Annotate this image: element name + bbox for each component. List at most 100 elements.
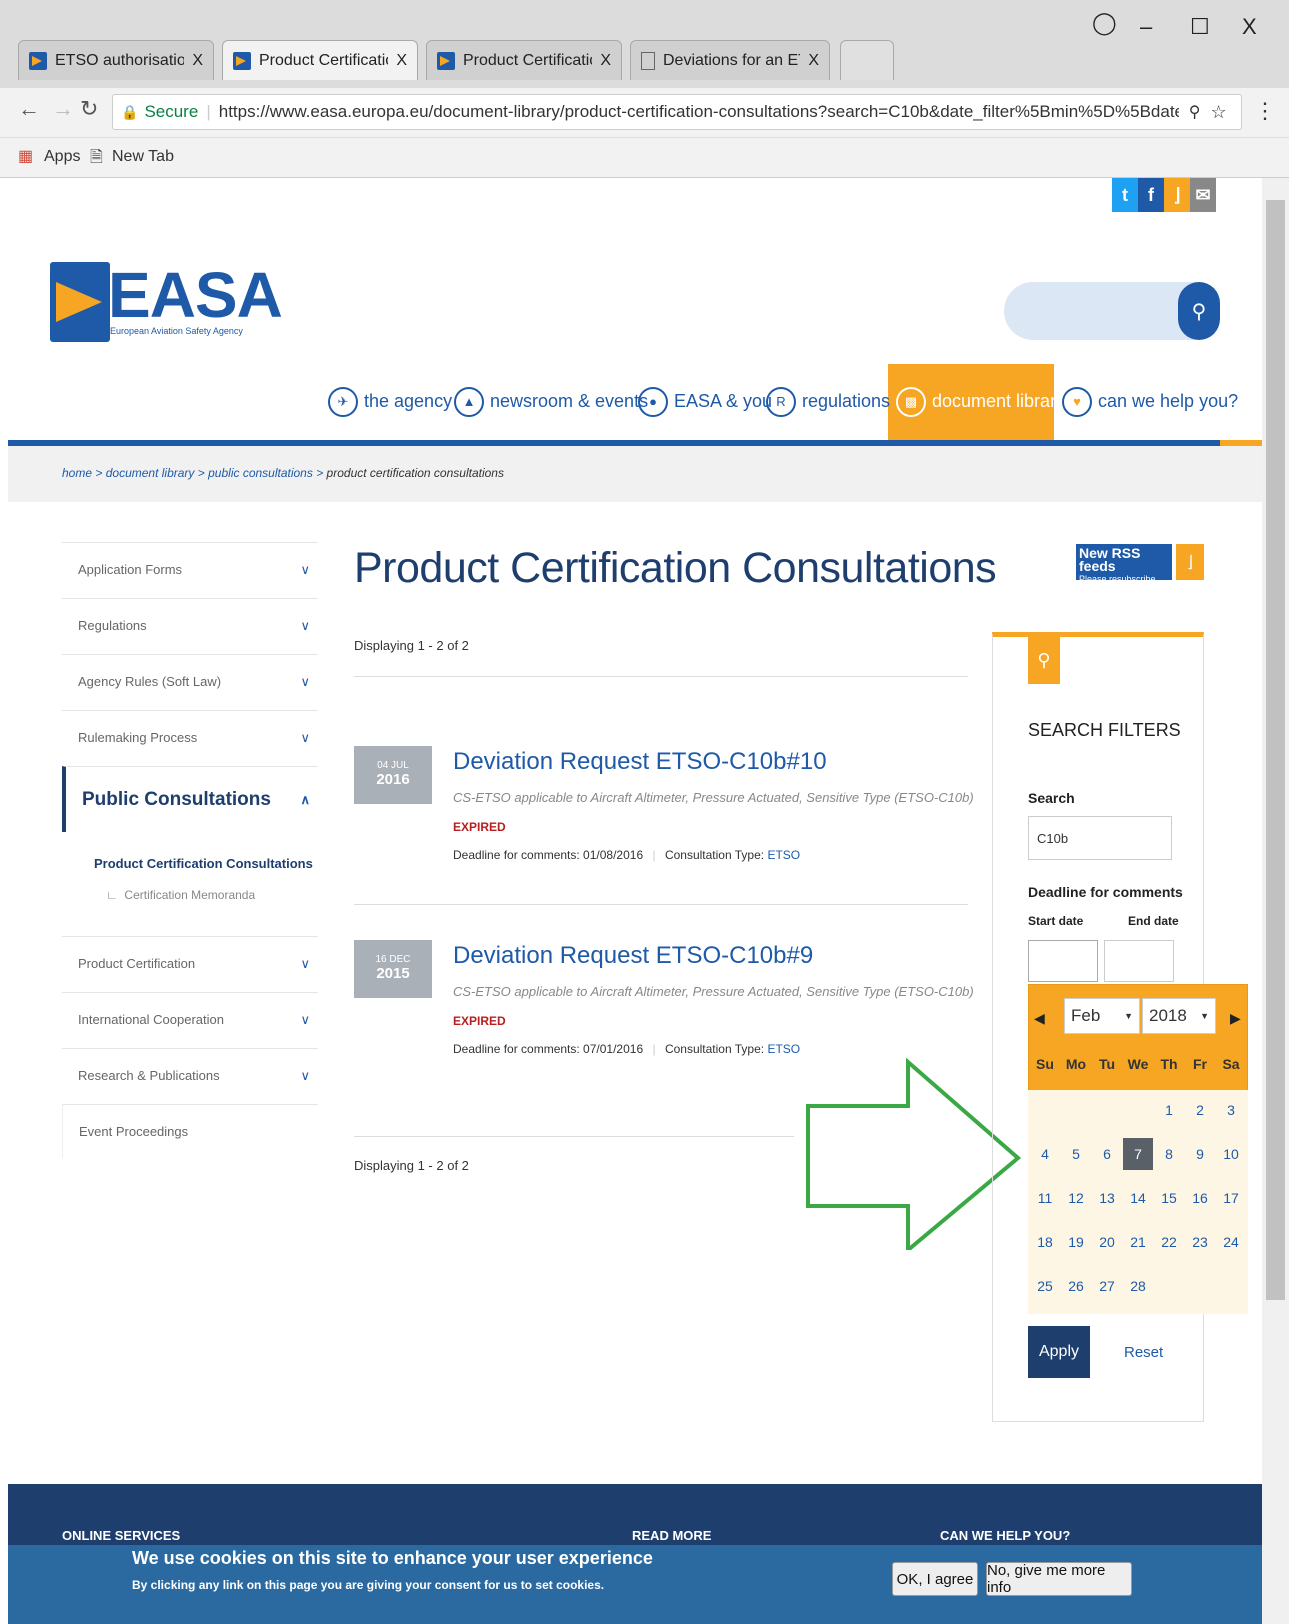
maximize-button[interactable]: ☐ <box>1190 14 1210 40</box>
rss-icon[interactable]: ⌋ <box>1176 544 1204 580</box>
search-icon[interactable]: ⚲ <box>1178 282 1220 340</box>
sidebar-item-public-consultations[interactable]: Public Consultations ∧ <box>62 766 318 832</box>
calendar-day[interactable]: 6 <box>1092 1138 1122 1170</box>
sidebar-item-application-forms[interactable]: Application Forms ∨ <box>62 542 318 596</box>
sidebar-subitem-product-certification-consultations[interactable]: Product Certification Consultations <box>94 856 313 871</box>
consultation-type-link[interactable]: ETSO <box>767 848 800 862</box>
tab-product-certification-active[interactable]: Product Certification Cor X <box>222 40 418 80</box>
nav-regulations[interactable]: Rregulations <box>766 364 890 439</box>
calendar-day[interactable]: 3 <box>1216 1094 1246 1126</box>
sidebar-subitem-certification-memoranda[interactable]: ∟ Certification Memoranda <box>106 888 255 902</box>
calendar-day[interactable]: 24 <box>1216 1226 1246 1258</box>
apply-button[interactable]: Apply <box>1028 1326 1090 1378</box>
close-tab-icon[interactable]: X <box>600 52 611 70</box>
calendar-day[interactable]: 28 <box>1123 1270 1153 1302</box>
prev-month-icon[interactable]: ◀ <box>1034 1010 1045 1027</box>
calendar-day[interactable]: 2 <box>1185 1094 1215 1126</box>
close-tab-icon[interactable]: X <box>192 52 203 70</box>
close-tab-icon[interactable]: X <box>396 52 407 70</box>
cookie-agree-button[interactable]: OK, I agree <box>892 1562 978 1596</box>
nav-newsroom[interactable]: ▲ newsroom & events <box>454 364 648 439</box>
forward-icon[interactable]: → <box>52 96 74 122</box>
sidebar-item-regulations[interactable]: Regulations ∨ <box>62 598 318 652</box>
month-select[interactable]: Feb ▼ <box>1064 998 1140 1034</box>
tab-etso-authorisations[interactable]: ETSO authorisations | EA X <box>18 40 214 80</box>
rss-icon[interactable]: ⌋ <box>1164 178 1190 212</box>
nav-label: newsroom & events <box>490 391 649 411</box>
logo-text[interactable]: EASA <box>108 258 283 332</box>
separator: | <box>206 102 211 121</box>
bookmark-apps[interactable]: Apps <box>44 148 80 166</box>
calendar-day[interactable]: 15 <box>1154 1182 1184 1214</box>
calendar-day[interactable]: 16 <box>1185 1182 1215 1214</box>
calendar-day[interactable]: 26 <box>1061 1270 1091 1302</box>
minimize-button[interactable]: – <box>1140 14 1152 40</box>
start-date-input[interactable] <box>1028 940 1098 982</box>
consultation-type-link[interactable]: ETSO <box>767 1042 800 1056</box>
calendar-day[interactable]: 13 <box>1092 1182 1122 1214</box>
sidebar-item-agency-rules[interactable]: Agency Rules (Soft Law) ∨ <box>62 654 318 708</box>
profile-icon[interactable]: ◯ <box>1092 10 1117 36</box>
breadcrumb-document-library[interactable]: document library <box>106 466 195 480</box>
nav-document-library[interactable]: ▩ document library <box>896 364 1065 439</box>
calendar-day[interactable]: 17 <box>1216 1182 1246 1214</box>
nav-easa-and-you[interactable]: ● EASA & you <box>638 364 772 439</box>
nav-can-we-help[interactable]: ♥ can we help you? <box>1062 364 1238 439</box>
rss-feeds-banner[interactable]: New RSS feeds Please resubscribe now! <box>1076 544 1172 597</box>
calendar-day[interactable]: 11 <box>1030 1182 1060 1214</box>
easa-logo-mark[interactable] <box>50 262 110 342</box>
nav-label: can we help you? <box>1098 391 1239 411</box>
calendar-day[interactable]: 25 <box>1030 1270 1060 1302</box>
sidebar-item-research-publications[interactable]: Research & Publications ∨ <box>62 1048 318 1102</box>
tab-deviations-etso[interactable]: Deviations for an ETSO – X <box>630 40 830 80</box>
bookmark-star-icon[interactable]: ☆ <box>1210 102 1226 123</box>
calendar-day[interactable]: 8 <box>1154 1138 1184 1170</box>
nav-the-agency[interactable]: ✈ the agency <box>328 364 452 439</box>
calendar-day[interactable]: 27 <box>1092 1270 1122 1302</box>
email-icon[interactable]: ✉ <box>1190 178 1216 212</box>
calendar-day[interactable]: 4 <box>1030 1138 1060 1170</box>
search-input[interactable] <box>1028 816 1172 860</box>
zoom-icon[interactable]: ⚲ <box>1189 102 1201 122</box>
year-select[interactable]: 2018 ▼ <box>1142 998 1216 1034</box>
facebook-icon[interactable]: f <box>1138 178 1164 212</box>
cookie-more-info-button[interactable]: No, give me more info <box>986 1562 1132 1596</box>
calendar-day[interactable]: 12 <box>1061 1182 1091 1214</box>
calendar-day[interactable]: 21 <box>1123 1226 1153 1258</box>
result-title-link[interactable]: Deviation Request ETSO-C10b#10 <box>453 748 827 776</box>
calendar-day[interactable]: 23 <box>1185 1226 1215 1258</box>
new-tab-button[interactable] <box>840 40 894 80</box>
calendar-day[interactable]: 9 <box>1185 1138 1215 1170</box>
twitter-icon[interactable]: t <box>1112 178 1138 212</box>
back-icon[interactable]: ← <box>18 96 40 122</box>
sidebar-item-event-proceedings[interactable]: Event Proceedings <box>62 1104 318 1158</box>
calendar-day[interactable]: 18 <box>1030 1226 1060 1258</box>
scrollbar-thumb[interactable] <box>1266 200 1285 1300</box>
calendar-day[interactable]: 22 <box>1154 1226 1184 1258</box>
menu-icon[interactable]: ⋮ <box>1254 98 1276 124</box>
next-month-icon[interactable]: ▶ <box>1230 1010 1241 1027</box>
breadcrumb-public-consultations[interactable]: public consultations <box>208 466 313 480</box>
close-tab-icon[interactable]: X <box>808 52 819 70</box>
bookmark-new-tab[interactable]: New Tab <box>112 148 174 166</box>
result-title-link[interactable]: Deviation Request ETSO-C10b#9 <box>453 942 813 970</box>
sidebar-item-rulemaking[interactable]: Rulemaking Process ∨ <box>62 710 318 764</box>
deadline-label: Deadline for comments <box>1028 884 1183 900</box>
end-date-input[interactable] <box>1104 940 1174 982</box>
calendar-day[interactable]: 14 <box>1123 1182 1153 1214</box>
calendar-day[interactable]: 7 <box>1123 1138 1153 1170</box>
calendar-day[interactable]: 19 <box>1061 1226 1091 1258</box>
url-bar[interactable]: 🔒 Secure | https://www.easa.europa.eu/do… <box>112 94 1242 130</box>
sidebar-item-product-certification[interactable]: Product Certification ∨ <box>62 936 318 990</box>
breadcrumb-home[interactable]: home <box>62 466 92 480</box>
reload-icon[interactable]: ↻ <box>80 96 98 122</box>
sidebar-item-international-cooperation[interactable]: International Cooperation ∨ <box>62 992 318 1046</box>
reset-button[interactable]: Reset <box>1124 1344 1163 1361</box>
calendar-day[interactable]: 1 <box>1154 1094 1184 1126</box>
calendar-day[interactable]: 5 <box>1061 1138 1091 1170</box>
calendar-day[interactable]: 10 <box>1216 1138 1246 1170</box>
tab-product-certification-2[interactable]: Product Certification Cor X <box>426 40 622 80</box>
close-window-button[interactable]: X <box>1242 14 1257 40</box>
calendar-day[interactable]: 20 <box>1092 1226 1122 1258</box>
lock-icon: 🔒 <box>121 103 139 120</box>
